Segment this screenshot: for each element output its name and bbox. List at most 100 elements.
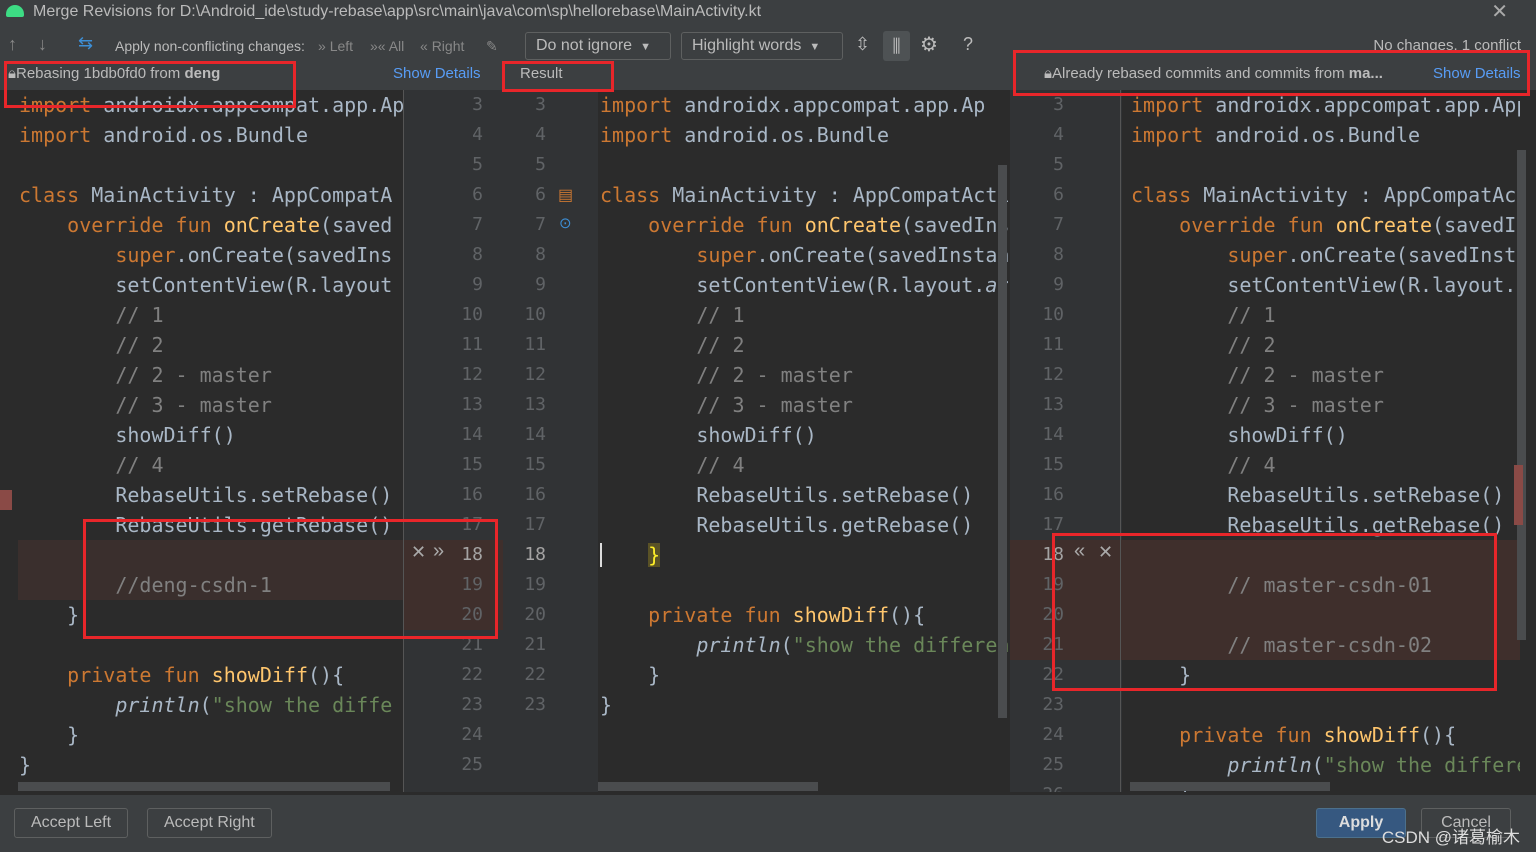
- code-token: }: [19, 753, 32, 777]
- line-number: 10: [461, 304, 483, 325]
- code-token: (savedIn: [1432, 213, 1520, 237]
- sync-scroll-icon[interactable]: ⫼: [883, 31, 910, 61]
- code-line: import android.os.Bundle: [1131, 120, 1520, 150]
- code-line: setContentView(R.layout.a: [1131, 270, 1520, 300]
- code-line: }: [1131, 660, 1520, 690]
- code-token: }: [648, 543, 661, 567]
- code-line: // 1: [1131, 300, 1520, 330]
- code-token: }: [600, 693, 613, 717]
- line-number: 19: [1042, 574, 1064, 595]
- line-number: 12: [524, 364, 546, 385]
- code-token: // 2 - master: [19, 363, 272, 387]
- code-line: // 2 - master: [600, 360, 1008, 390]
- resolve-magic-icon[interactable]: ⇆: [78, 33, 93, 54]
- vcs-annotation-icon[interactable]: ▤: [558, 185, 573, 205]
- line-number: 15: [1042, 454, 1064, 475]
- code-line: // 1: [600, 300, 1008, 330]
- code-token: RebaseUtils.getRebase(): [19, 513, 393, 537]
- code-token: }: [19, 603, 80, 627]
- code-token: }: [600, 663, 661, 687]
- result-horizontal-scrollbar[interactable]: [598, 782, 818, 791]
- code-line: class MainActivity : AppCompatA: [19, 180, 403, 210]
- magic-wand-icon[interactable]: ✎: [486, 38, 498, 55]
- help-icon[interactable]: ?: [963, 34, 973, 55]
- code-line: // 3 - master: [19, 390, 403, 420]
- left-show-details-link[interactable]: Show Details: [393, 65, 481, 82]
- accept-right-button[interactable]: Accept Right: [147, 808, 272, 838]
- code-token: android.os.Bundle: [684, 123, 889, 147]
- code-token: // 3 - master: [600, 393, 853, 417]
- left-horizontal-scrollbar[interactable]: [18, 782, 390, 791]
- close-icon[interactable]: ✕: [1491, 0, 1508, 24]
- code-token: // 2: [1131, 333, 1276, 357]
- code-line: import android.os.Bundle: [600, 120, 1008, 150]
- code-token: (: [199, 693, 212, 717]
- code-line: // 4: [1131, 450, 1520, 480]
- code-line: }: [600, 660, 1008, 690]
- accept-right-change-icon[interactable]: «: [1074, 540, 1085, 563]
- code-token: import: [600, 123, 685, 147]
- override-icon[interactable]: ⊙: [559, 214, 572, 232]
- line-number: 18: [461, 544, 483, 565]
- ignore-right-icon[interactable]: ✕: [1098, 542, 1113, 563]
- code-token: // 2 - master: [1131, 363, 1384, 387]
- highlight-dropdown[interactable]: Highlight words ▼: [681, 32, 843, 60]
- line-number: 15: [461, 454, 483, 475]
- code-token: setContentView(R.layout.: [600, 273, 986, 297]
- apply-left-button[interactable]: » Left: [318, 38, 353, 54]
- code-token: RebaseUtils.setRebase(): [600, 483, 974, 507]
- previous-difference-icon[interactable]: ↑: [8, 34, 17, 55]
- code-line: import android.os.Bundle: [19, 120, 403, 150]
- line-number: 25: [1042, 754, 1064, 775]
- code-token: onCreate: [223, 213, 321, 237]
- code-token: super: [19, 243, 176, 267]
- right-horizontal-scrollbar[interactable]: [1130, 782, 1330, 791]
- code-line: RebaseUtils.getRebase(): [1131, 510, 1520, 540]
- line-number: 10: [524, 304, 546, 325]
- line-number: 24: [1042, 724, 1064, 745]
- right-vertical-scrollbar[interactable]: [1517, 150, 1526, 640]
- apply-right-button[interactable]: « Right: [420, 38, 464, 54]
- ignore-whitespace-dropdown[interactable]: Do not ignore ▼: [525, 32, 671, 60]
- apply-all-button[interactable]: »« All: [370, 38, 404, 54]
- accept-left-button[interactable]: Accept Left: [14, 808, 129, 838]
- code-line: // 4: [19, 450, 403, 480]
- code-token: "show the differen: [792, 633, 1008, 657]
- code-line: // 2: [1131, 330, 1520, 360]
- window-title: Merge Revisions for D:\Android_ide\study…: [33, 3, 762, 20]
- line-number: 20: [461, 604, 483, 625]
- conflict-stripe: [1514, 465, 1523, 525]
- result-editor[interactable]: import androidx.appcompat.app.Ap import a…: [598, 90, 1008, 792]
- right-editor[interactable]: import androidx.appcompat.app.AppC import…: [1122, 90, 1520, 792]
- ignore-left-icon[interactable]: ✕: [411, 542, 426, 563]
- code-line: // 1: [19, 300, 403, 330]
- code-line: RebaseUtils.setRebase(): [19, 480, 403, 510]
- code-token: import: [1131, 93, 1216, 117]
- code-line: }: [600, 690, 1008, 720]
- code-line: override fun onCreate(saved: [19, 210, 403, 240]
- code-token: onCreate: [1335, 213, 1433, 237]
- left-editor[interactable]: import androidx.appcompat.app.Ap import a…: [0, 90, 403, 792]
- line-number: 14: [1042, 424, 1064, 445]
- next-difference-icon[interactable]: ↓: [38, 34, 47, 55]
- apply-left-label: Left: [329, 38, 354, 54]
- code-token: showDiff(): [19, 423, 236, 447]
- code-token: println: [600, 633, 781, 657]
- right-show-details-link[interactable]: Show Details: [1433, 65, 1521, 82]
- line-number: 4: [535, 124, 546, 145]
- code-line: RebaseUtils.setRebase(): [1131, 480, 1520, 510]
- code-token: println: [1131, 753, 1312, 777]
- line-number: 8: [1053, 244, 1064, 265]
- watermark: CSDN @诸葛榆木: [1381, 828, 1520, 847]
- result-vertical-scrollbar[interactable]: [998, 165, 1007, 718]
- gear-icon[interactable]: ⚙: [920, 32, 938, 57]
- apply-non-conflicting-label: Apply non-conflicting changes:: [115, 38, 305, 54]
- code-token: .onCreate(savedInsta: [1287, 243, 1520, 267]
- collapse-unchanged-icon[interactable]: ⇳: [855, 34, 870, 55]
- code-token: .onCreate(savedIns: [175, 243, 393, 267]
- title-bar: Merge Revisions for D:\Android_ide\study…: [0, 0, 1536, 24]
- line-number: 12: [1042, 364, 1064, 385]
